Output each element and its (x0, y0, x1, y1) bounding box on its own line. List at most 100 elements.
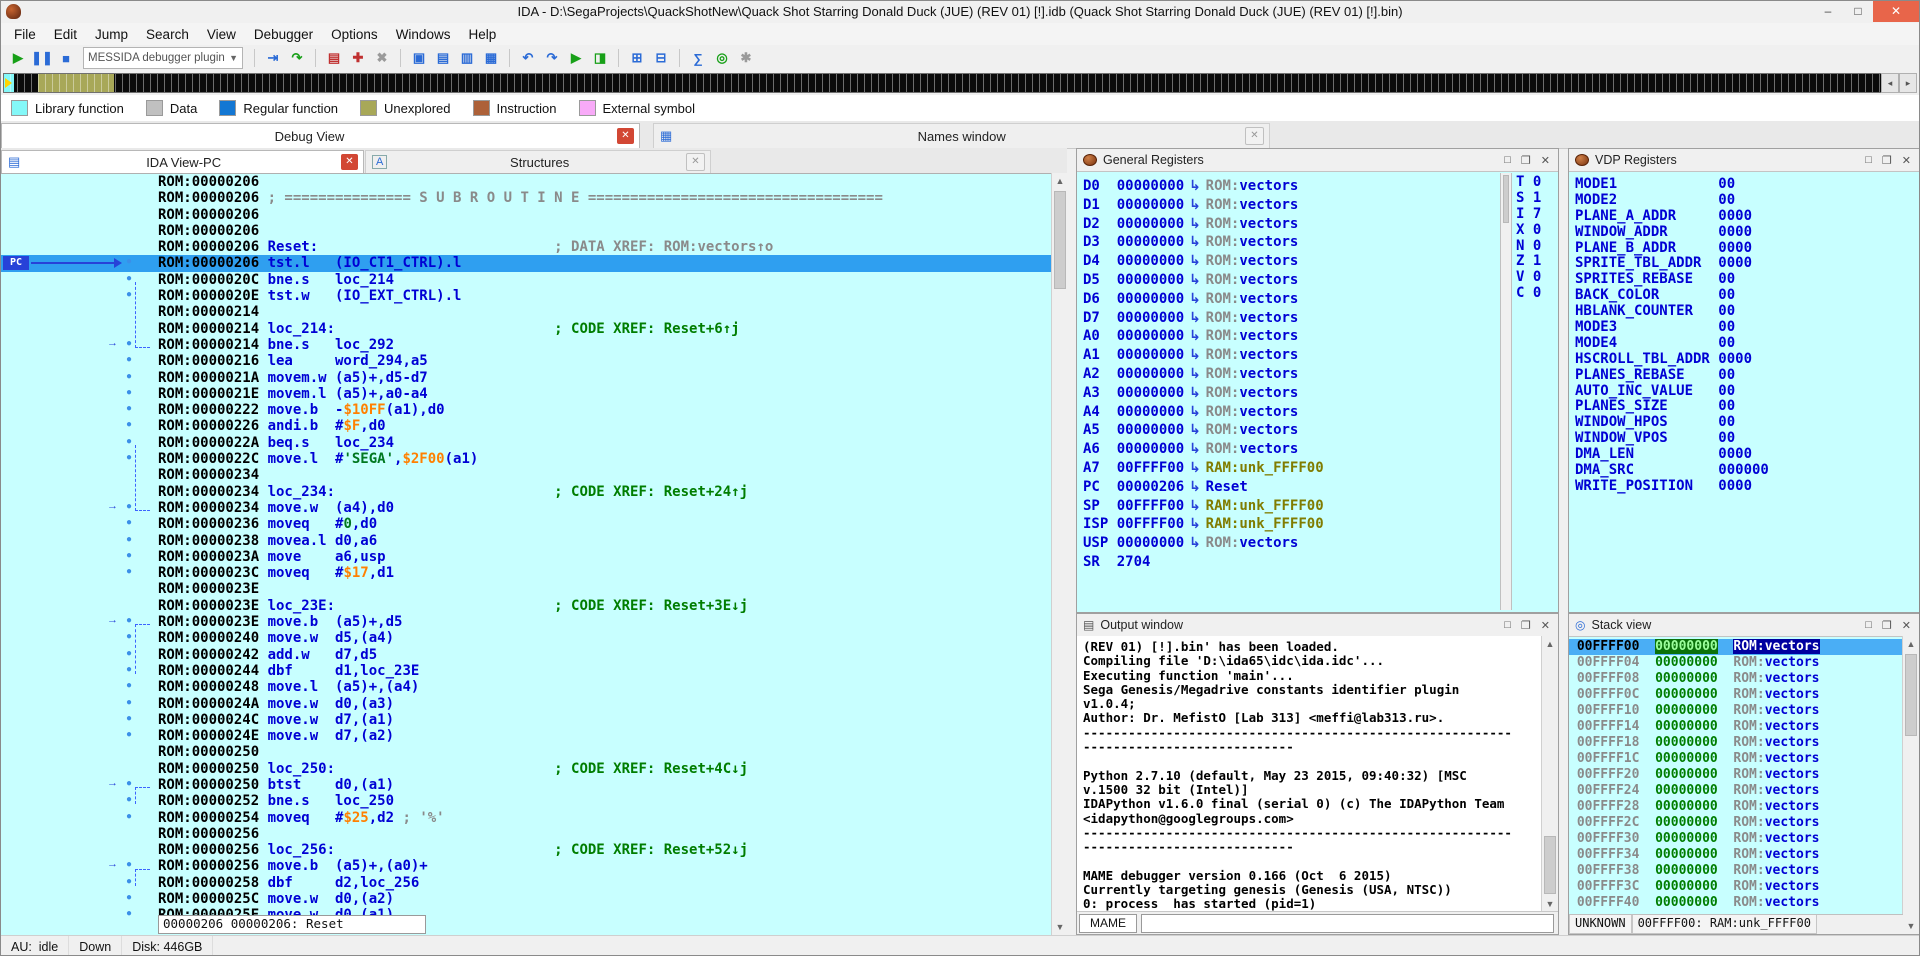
output-scrollbar[interactable]: ▲ ▼ (1541, 636, 1558, 912)
register-row[interactable]: A4 00000000 ↳ ROM:vectors (1083, 403, 1324, 422)
maximize-panel-icon[interactable]: □ (1504, 154, 1511, 167)
disasm-line[interactable]: ROM:00000206 (1, 223, 1051, 239)
vdp-register-row[interactable]: MODE2 00 (1575, 193, 1769, 209)
vdp-register-row[interactable]: PLANE_B_ADDR 0000 (1575, 241, 1769, 257)
vdp-register-row[interactable]: PLANE_A_ADDR 0000 (1575, 209, 1769, 225)
register-row[interactable]: SR 2704 (1083, 553, 1324, 572)
close-panel-icon[interactable]: ✕ (1902, 619, 1911, 632)
vdp-register-row[interactable]: WINDOW_ADDR 0000 (1575, 225, 1769, 241)
disasm-line[interactable]: ●ROM:0000022C move.l #'SEGA',$2F00(a1) (1, 451, 1051, 467)
disasm-line[interactable]: ●→ROM:00000250 btst d0,(a1) (1, 777, 1051, 793)
nav-scroll-right-button[interactable]: ▸ (1899, 73, 1917, 93)
menu-item-view[interactable]: View (198, 25, 245, 44)
menu-item-options[interactable]: Options (322, 25, 387, 44)
register-row[interactable]: A5 00000000 ↳ ROM:vectors (1083, 421, 1324, 440)
register-row[interactable]: D3 00000000 ↳ ROM:vectors (1083, 233, 1324, 252)
duplicate-view-icon[interactable]: ⊟ (650, 47, 672, 69)
disasm-line[interactable]: ●ROM:00000222 move.b -$10FF(a1),d0 (1, 402, 1051, 418)
stack-row[interactable]: 00FFFF00 00000000 ROM:vectors (1569, 639, 1903, 655)
disasm-line[interactable]: ●ROM:0000024E move.w d7,(a2) (1, 728, 1051, 744)
search-icon[interactable]: ◎ (711, 47, 733, 69)
disasm-line[interactable]: ROM:00000250 loc_250: ; CODE XREF: Reset… (1, 761, 1051, 777)
close-panel-icon[interactable]: ✕ (1902, 154, 1911, 167)
disasm-line[interactable]: ●ROM:0000023A move a6,usp (1, 549, 1051, 565)
disasm-line[interactable]: ROM:00000256 (1, 826, 1051, 842)
segments-list-icon[interactable]: ▦ (480, 47, 502, 69)
vdp-register-row[interactable]: BACK_COLOR 00 (1575, 288, 1769, 304)
disasm-line[interactable]: ROM:00000214 loc_214: ; CODE XREF: Reset… (1, 321, 1051, 337)
scroll-up-icon[interactable]: ▲ (1903, 636, 1919, 652)
menu-item-file[interactable]: File (5, 25, 45, 44)
register-row[interactable]: D6 00000000 ↳ ROM:vectors (1083, 290, 1324, 309)
vdp-register-row[interactable]: SPRITES_REBASE 00 (1575, 272, 1769, 288)
delete-breakpoint-icon[interactable]: ✖ (371, 47, 393, 69)
disasm-line[interactable]: ●ROM:00000238 movea.l d0,a6 (1, 533, 1051, 549)
nav-scroll-left-button[interactable]: ◂ (1881, 73, 1899, 93)
step-into-icon[interactable]: ⇥ (262, 47, 284, 69)
disasm-line[interactable]: ●ROM:00000216 lea word_294,a5 (1, 353, 1051, 369)
register-row[interactable]: A1 00000000 ↳ ROM:vectors (1083, 346, 1324, 365)
stack-row[interactable]: 00FFFF34 00000000 ROM:vectors (1569, 847, 1903, 863)
flag-n[interactable]: N 0 (1516, 239, 1554, 255)
flag-i[interactable]: I 7 (1516, 207, 1554, 223)
open-view-icon[interactable]: ⊞ (626, 47, 648, 69)
scrollbar-thumb[interactable] (1544, 836, 1556, 894)
registers-scrollbar[interactable] (1500, 173, 1512, 610)
disasm-line[interactable]: ●→ROM:00000214 bne.s loc_292 (1, 337, 1051, 353)
register-row[interactable]: D4 00000000 ↳ ROM:vectors (1083, 252, 1324, 271)
analysis-options-icon[interactable]: ✱ (735, 47, 757, 69)
scroll-down-icon[interactable]: ▼ (1052, 919, 1068, 935)
debug-view-icon[interactable]: ▣ (408, 47, 430, 69)
disasm-line[interactable]: ●ROM:00000226 andi.b #$F,d0 (1, 418, 1051, 434)
add-breakpoint-icon[interactable]: ▤ (323, 47, 345, 69)
register-row[interactable]: A7 00FFFF00 ↳ RAM:unk_FFFF00 (1083, 459, 1324, 478)
close-button[interactable]: ✕ (1873, 1, 1919, 22)
disasm-line[interactable]: ROM:00000206 (1, 174, 1051, 190)
minimize-button[interactable]: – (1813, 1, 1843, 22)
disasm-line[interactable]: ROM:00000234 (1, 467, 1051, 483)
disasm-line[interactable]: ●ROM:0000020E tst.w (IO_EXT_CTRL).l (1, 288, 1051, 304)
disasm-line[interactable]: ●ROM:00000244 dbf d1,loc_23E (1, 663, 1051, 679)
disasm-line[interactable]: ROM:00000206 ; =============== S U B R O… (1, 190, 1051, 206)
step-over-icon[interactable]: ↷ (286, 47, 308, 69)
disasm-line[interactable]: ●ROM:00000248 move.l (a5)+,(a4) (1, 679, 1051, 695)
float-panel-icon[interactable]: ❐ (1521, 154, 1531, 167)
scroll-up-icon[interactable]: ▲ (1052, 173, 1068, 189)
stack-row[interactable]: 00FFFF08 00000000 ROM:vectors (1569, 671, 1903, 687)
stack-row[interactable]: 00FFFF30 00000000 ROM:vectors (1569, 831, 1903, 847)
vdp-register-row[interactable]: HBLANK_COUNTER 00 (1575, 304, 1769, 320)
close-icon[interactable]: ✕ (341, 154, 358, 170)
vdp-register-row[interactable]: SPRITE_TBL_ADDR 0000 (1575, 256, 1769, 272)
float-panel-icon[interactable]: ❐ (1882, 154, 1892, 167)
close-panel-icon[interactable]: ✕ (1541, 154, 1550, 167)
disasm-line[interactable]: ●→ROM:0000023E move.b (a5)+,d5 (1, 614, 1051, 630)
maximize-panel-icon[interactable]: □ (1865, 619, 1872, 632)
names-list-icon[interactable]: ▤ (432, 47, 454, 69)
stack-row[interactable]: 00FFFF38 00000000 ROM:vectors (1569, 863, 1903, 879)
menu-item-edit[interactable]: Edit (45, 25, 86, 44)
vdp-register-row[interactable]: WRITE_POSITION 0000 (1575, 479, 1769, 495)
menu-item-debugger[interactable]: Debugger (245, 25, 322, 44)
enable-breakpoint-icon[interactable]: ✚ (347, 47, 369, 69)
disasm-line[interactable]: ●ROM:0000022A beq.s loc_234 (1, 435, 1051, 451)
disasm-line[interactable]: ●→ROM:00000256 move.b (a5)+,(a0)+ (1, 858, 1051, 874)
panel-title-bar[interactable]: ◎ Stack view □ ❐ ✕ (1569, 614, 1919, 637)
tab-ida-view-pc[interactable]: ▤ IDA View-PC ✕ (1, 150, 364, 173)
vdp-register-row[interactable]: PLANES_REBASE 00 (1575, 368, 1769, 384)
command-target-label[interactable]: MAME (1079, 914, 1137, 933)
disasm-line[interactable]: ROM:0000023E loc_23E: ; CODE XREF: Reset… (1, 598, 1051, 614)
vdp-register-row[interactable]: PLANES_SIZE 00 (1575, 399, 1769, 415)
register-row[interactable]: USP 00000000 ↳ ROM:vectors (1083, 534, 1324, 553)
stack-row[interactable]: 00FFFF18 00000000 ROM:vectors (1569, 735, 1903, 751)
flag-c[interactable]: C 0 (1516, 286, 1554, 302)
register-row[interactable]: A2 00000000 ↳ ROM:vectors (1083, 365, 1324, 384)
menu-item-help[interactable]: Help (459, 25, 505, 44)
scroll-down-icon[interactable]: ▼ (1903, 918, 1919, 934)
maximize-button[interactable]: □ (1843, 1, 1873, 22)
vdp-register-row[interactable]: WINDOW_HPOS 00 (1575, 415, 1769, 431)
stack-row[interactable]: 00FFFF2C 00000000 ROM:vectors (1569, 815, 1903, 831)
vdp-register-row[interactable]: WINDOW_VPOS 00 (1575, 431, 1769, 447)
register-row[interactable]: A3 00000000 ↳ ROM:vectors (1083, 384, 1324, 403)
calculator-icon[interactable]: ∑ (687, 47, 709, 69)
disasm-line[interactable]: ROM:00000214 (1, 304, 1051, 320)
